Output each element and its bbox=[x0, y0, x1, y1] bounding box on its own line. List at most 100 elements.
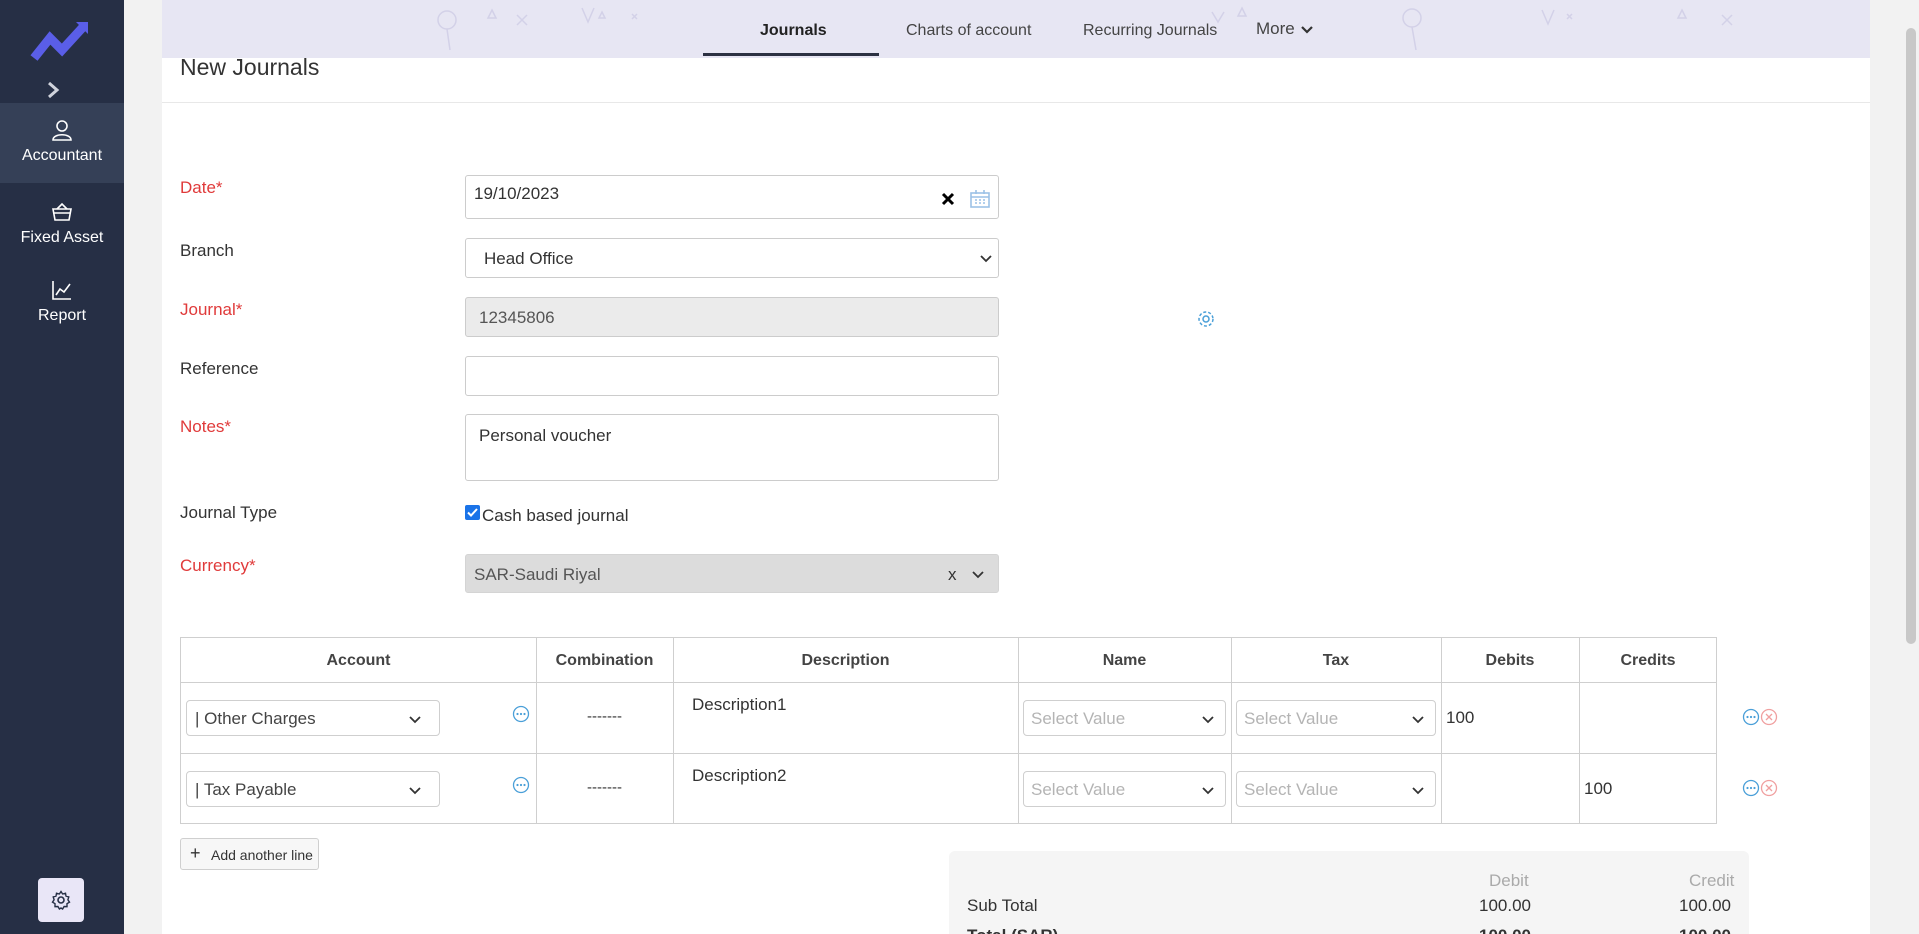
sidebar-item-label: Report bbox=[37, 307, 87, 324]
gear-icon bbox=[51, 890, 71, 910]
more-options-icon[interactable] bbox=[512, 776, 530, 794]
total-debit: 100.00 bbox=[1449, 926, 1531, 934]
journal-number-value: 12345806 bbox=[479, 308, 555, 327]
tab-journals[interactable]: Journals bbox=[760, 22, 827, 40]
top-tabs: Journals Charts of account Recurring Jou… bbox=[162, 0, 1870, 58]
branch-value: Head Office bbox=[484, 249, 574, 268]
credit-value[interactable]: 100 bbox=[1584, 779, 1612, 799]
chevron-down-icon bbox=[1412, 787, 1424, 795]
settings-button[interactable] bbox=[38, 878, 84, 922]
account-value: | Other Charges bbox=[195, 709, 316, 728]
notes-textarea[interactable]: Personal voucher bbox=[465, 414, 999, 481]
name-placeholder: Select Value bbox=[1031, 780, 1126, 799]
reference-label: Reference bbox=[180, 359, 259, 378]
column-header-description: Description bbox=[801, 652, 890, 669]
tax-select[interactable]: Select Value bbox=[1236, 771, 1436, 807]
chevron-down-icon bbox=[972, 571, 984, 579]
cash-based-checkbox[interactable] bbox=[465, 505, 480, 520]
chevron-down-icon bbox=[409, 716, 421, 724]
journal-type-label: Journal Type bbox=[180, 503, 278, 522]
column-header-name: Name bbox=[1102, 652, 1147, 669]
check-icon bbox=[467, 508, 478, 517]
name-select[interactable]: Select Value bbox=[1023, 771, 1226, 807]
subtotal-label: Sub Total bbox=[967, 896, 1038, 915]
chevron-down-icon bbox=[409, 787, 421, 795]
expand-chevron-icon[interactable] bbox=[45, 80, 63, 100]
tab-more-label: More bbox=[1256, 19, 1295, 38]
journal-label: Journal* bbox=[180, 300, 243, 319]
clear-icon[interactable] bbox=[941, 192, 955, 206]
sidebar-item-fixed-asset[interactable]: Fixed Asset bbox=[0, 185, 124, 265]
basket-icon bbox=[52, 202, 72, 221]
total-credit: 100.00 bbox=[1649, 926, 1731, 934]
account-select[interactable]: | Tax Payable bbox=[186, 771, 440, 807]
reference-input[interactable] bbox=[465, 356, 999, 396]
column-header-credits: Credits bbox=[1620, 652, 1676, 669]
app-logo-icon[interactable] bbox=[30, 18, 92, 66]
calendar-icon[interactable] bbox=[970, 190, 990, 208]
chevron-down-icon bbox=[980, 255, 992, 263]
chevron-down-icon bbox=[1301, 26, 1314, 34]
currency-label: Currency* bbox=[180, 556, 256, 575]
active-tab-indicator bbox=[703, 53, 879, 56]
currency-select[interactable]: SAR-Saudi Riyal x bbox=[465, 554, 999, 593]
plus-icon: + bbox=[190, 843, 201, 863]
account-name: Other Charges bbox=[204, 709, 316, 728]
tax-select[interactable]: Select Value bbox=[1236, 700, 1436, 736]
row-options-icon[interactable] bbox=[1742, 708, 1760, 726]
remove-row-icon[interactable] bbox=[1760, 779, 1778, 797]
divider bbox=[162, 102, 1870, 103]
journal-number-field: 12345806 bbox=[465, 297, 999, 337]
tab-more[interactable]: More bbox=[1256, 19, 1314, 39]
user-icon bbox=[52, 120, 72, 141]
combination-value: ------- bbox=[587, 708, 622, 725]
notes-label: Notes* bbox=[180, 417, 232, 436]
column-header-combination: Combination bbox=[555, 652, 654, 669]
description-value[interactable]: Description1 bbox=[692, 695, 787, 715]
notes-value: Personal voucher bbox=[479, 426, 612, 445]
cash-based-label[interactable]: Cash based journal bbox=[482, 506, 628, 526]
name-placeholder: Select Value bbox=[1031, 709, 1126, 728]
totals-credit-header: Credit bbox=[1689, 871, 1735, 890]
gear-icon[interactable] bbox=[1197, 310, 1215, 328]
remove-row-icon[interactable] bbox=[1760, 708, 1778, 726]
date-value: 19/10/2023 bbox=[474, 184, 560, 203]
add-another-line-button[interactable]: + Add another line bbox=[180, 838, 319, 870]
column-header-debits: Debits bbox=[1485, 652, 1535, 669]
date-label: Date* bbox=[180, 178, 223, 197]
branch-select[interactable]: Head Office bbox=[465, 238, 999, 278]
branch-label: Branch bbox=[180, 241, 234, 260]
chevron-down-icon bbox=[1202, 787, 1214, 795]
description-value[interactable]: Description2 bbox=[692, 766, 787, 786]
tab-charts-of-account[interactable]: Charts of account bbox=[906, 22, 1031, 40]
sidebar-item-accountant[interactable]: Accountant bbox=[0, 103, 124, 183]
tax-placeholder: Select Value bbox=[1244, 780, 1339, 799]
combination-value: ------- bbox=[587, 779, 622, 796]
total-label: Total (SAR) bbox=[967, 926, 1058, 934]
sidebar-item-label: Fixed Asset bbox=[20, 229, 104, 246]
column-header-tax: Tax bbox=[1322, 652, 1350, 669]
divider bbox=[181, 682, 1717, 683]
currency-clear-button[interactable]: x bbox=[948, 565, 957, 585]
tax-placeholder: Select Value bbox=[1244, 709, 1339, 728]
chevron-down-icon bbox=[1202, 716, 1214, 724]
debit-value[interactable]: 100 bbox=[1446, 708, 1474, 728]
more-options-icon[interactable] bbox=[512, 705, 530, 723]
subtotal-debit: 100.00 bbox=[1479, 896, 1531, 915]
tab-recurring-journals[interactable]: Recurring Journals bbox=[1083, 22, 1217, 40]
chart-icon bbox=[52, 281, 71, 300]
main-panel: Journals Charts of account Recurring Jou… bbox=[162, 0, 1870, 934]
journal-lines-table: Account Combination Description Name Tax… bbox=[180, 637, 1717, 824]
row-options-icon[interactable] bbox=[1742, 779, 1760, 797]
divider bbox=[181, 753, 1717, 754]
account-select[interactable]: | Other Charges bbox=[186, 700, 440, 736]
page-scrollbar[interactable] bbox=[1906, 28, 1916, 644]
column-header-account: Account bbox=[326, 652, 391, 669]
account-value: | Tax Payable bbox=[195, 780, 297, 799]
totals-panel: Debit Credit Sub Total 100.00 100.00 Tot… bbox=[949, 851, 1749, 934]
sidebar-item-label: Accountant bbox=[21, 147, 103, 164]
name-select[interactable]: Select Value bbox=[1023, 700, 1226, 736]
subtotal-credit: 100.00 bbox=[1679, 896, 1731, 915]
date-field[interactable]: 19/10/2023 bbox=[465, 175, 999, 219]
sidebar-item-report[interactable]: Report bbox=[0, 263, 124, 343]
